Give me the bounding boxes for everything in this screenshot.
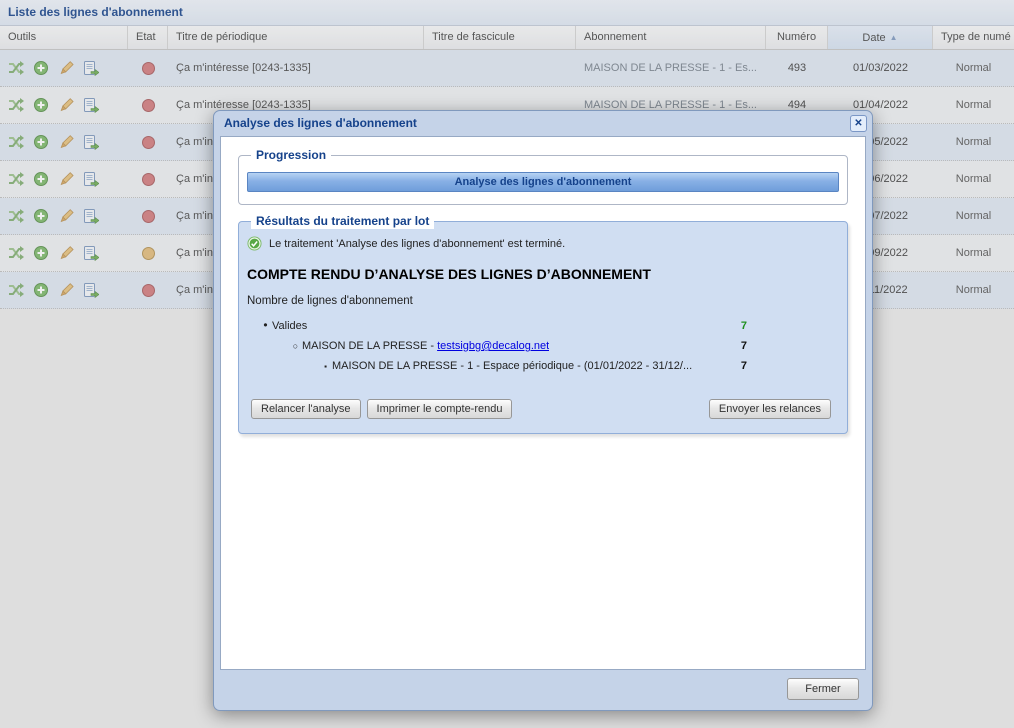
progress-fieldset: Progression Analyse des lignes d'abonnem… [238, 155, 848, 205]
report-item-label: MAISON DE LA PRESSE - 1 - Espace périodi… [332, 358, 692, 375]
send-reminders-button[interactable]: Envoyer les relances [709, 399, 831, 419]
report-item-label: Valides [272, 318, 307, 335]
status-message: Le traitement 'Analyse des lignes d'abon… [269, 238, 565, 250]
analysis-dialog: Analyse des lignes d'abonnement ✕ Progre… [213, 110, 873, 711]
report-item-value: 7 [733, 338, 747, 355]
success-check-icon [247, 236, 262, 251]
report-item-label: MAISON DE LA PRESSE - testsigbg@decalog.… [302, 338, 549, 355]
dialog-footer: Fermer [214, 670, 872, 710]
bullet-icon: ○ [289, 338, 302, 355]
dialog-body: Progression Analyse des lignes d'abonnem… [220, 136, 866, 670]
print-report-button[interactable]: Imprimer le compte-rendu [367, 399, 513, 419]
close-icon[interactable]: ✕ [850, 115, 867, 132]
report-item-label-text: MAISON DE LA PRESSE - [302, 340, 437, 352]
bullet-icon: ▪ [319, 358, 332, 375]
report-item-library: ○ MAISON DE LA PRESSE - testsigbg@decalo… [245, 338, 747, 355]
report-item-subscription: ▪ MAISON DE LA PRESSE - 1 - Espace pério… [245, 358, 747, 375]
report-subheading: Nombre de lignes d'abonnement [247, 295, 837, 307]
report-item-value: 7 [733, 358, 747, 375]
progress-legend: Progression [251, 148, 331, 163]
application-window: Liste des lignes d'abonnement Outils Eta… [0, 0, 1014, 728]
progress-bar: Analyse des lignes d'abonnement [247, 172, 839, 192]
results-fieldset: Résultats du traitement par lot Le trait… [238, 221, 848, 434]
relaunch-analysis-button[interactable]: Relancer l'analyse [251, 399, 361, 419]
close-dialog-button[interactable]: Fermer [787, 678, 859, 700]
bullet-icon: • [259, 317, 272, 334]
results-legend: Résultats du traitement par lot [251, 214, 434, 229]
report-list: • Valides 7 ○ MAISON DE LA PRESSE - test… [245, 317, 747, 375]
report-item-value: 7 [733, 318, 747, 335]
email-link[interactable]: testsigbg@decalog.net [437, 340, 549, 352]
report-item-valides: • Valides 7 [245, 317, 747, 335]
dialog-titlebar[interactable]: Analyse des lignes d'abonnement [214, 111, 872, 136]
report-heading: COMPTE RENDU D’ANALYSE DES LIGNES D’ABON… [247, 266, 837, 282]
